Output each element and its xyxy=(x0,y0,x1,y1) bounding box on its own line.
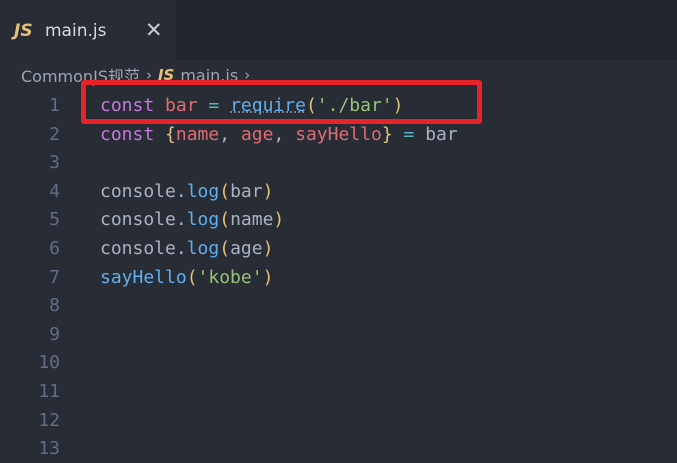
code-token: ( xyxy=(186,266,198,288)
line-number: 9 xyxy=(49,323,60,345)
code-line[interactable]: 5 console.log(name) xyxy=(0,206,677,234)
line-number: 8 xyxy=(49,295,60,317)
code-text: const {name, age, sayHello} = bar xyxy=(100,121,458,149)
code-token: age xyxy=(240,123,274,145)
code-token: bar xyxy=(425,123,458,145)
code-text: sayHello('kobe') xyxy=(100,264,273,292)
code-token: console xyxy=(100,180,176,202)
code-line[interactable]: 6 console.log(age) xyxy=(0,235,677,263)
code-token: } xyxy=(381,123,393,145)
line-number: 4 xyxy=(49,180,60,202)
tab-label: main.js xyxy=(45,21,107,41)
chevron-right-icon: › xyxy=(145,66,152,84)
code-token: ) xyxy=(392,95,404,116)
breadcrumb-folder[interactable]: CommonJS规范 xyxy=(21,63,140,87)
code-token: log xyxy=(186,209,220,231)
code-token: = xyxy=(403,123,415,145)
code-token: console xyxy=(100,209,176,231)
code-line[interactable]: 4 console.log(bar) xyxy=(0,178,677,206)
code-text: console.log(name) xyxy=(100,206,284,234)
line-number: 13 xyxy=(38,438,60,460)
code-token: { xyxy=(165,123,176,145)
code-line[interactable]: 1 const bar = require('./bar') xyxy=(0,92,677,120)
code-token: . xyxy=(175,209,187,231)
code-token: ) xyxy=(262,180,274,202)
code-token: ) xyxy=(273,209,285,231)
line-number: 5 xyxy=(49,209,60,231)
code-editor[interactable]: 1 const bar = require('./bar') 2 const {nam… xyxy=(0,92,677,462)
line-number: 6 xyxy=(49,238,60,259)
line-number: 2 xyxy=(49,123,60,145)
code-token: ) xyxy=(262,266,274,288)
code-line[interactable]: 12 xyxy=(0,407,677,435)
code-token: ( xyxy=(305,95,317,116)
line-number: 3 xyxy=(49,152,60,174)
code-line[interactable]: 3 xyxy=(0,149,677,177)
close-icon[interactable]: ✕ xyxy=(145,18,163,42)
code-token: . xyxy=(175,180,187,202)
tab-bar: JS main.js ✕ xyxy=(0,0,677,60)
tab-main-js[interactable]: JS main.js ✕ xyxy=(0,0,176,60)
code-token: log xyxy=(186,180,220,202)
code-token: name xyxy=(230,209,274,231)
code-token: sayHello xyxy=(295,123,382,145)
code-text: const bar = require('./bar') xyxy=(100,92,403,120)
line-number: 12 xyxy=(38,409,60,431)
breadcrumb-file[interactable]: main.js xyxy=(180,66,238,85)
chevron-right-icon: › xyxy=(244,66,251,84)
code-line[interactable]: 13 xyxy=(0,435,677,463)
code-token: './bar' xyxy=(316,95,393,116)
code-token: 'kobe' xyxy=(197,266,263,288)
javascript-file-icon: JS xyxy=(14,21,33,41)
code-line[interactable]: 10 xyxy=(0,349,677,377)
code-token: bar xyxy=(165,95,198,116)
code-token: ( xyxy=(219,180,231,202)
code-token: log xyxy=(186,238,220,259)
code-token: console xyxy=(100,238,176,259)
code-line[interactable]: 7 sayHello('kobe') xyxy=(0,264,677,292)
code-text: console.log(bar) xyxy=(100,178,273,206)
breadcrumb: CommonJS规范 › JS main.js › xyxy=(21,63,250,87)
code-token: const xyxy=(100,95,155,116)
code-text: console.log(age) xyxy=(100,235,273,263)
code-token: . xyxy=(175,238,187,259)
line-number: 10 xyxy=(38,352,60,374)
code-line[interactable]: 2 const {name, age, sayHello} = bar xyxy=(0,121,677,149)
code-token: , xyxy=(219,123,241,145)
code-line[interactable]: 11 xyxy=(0,378,677,406)
code-token: ( xyxy=(219,238,231,259)
line-number: 7 xyxy=(49,266,60,288)
code-token: sayHello xyxy=(100,266,187,288)
javascript-file-icon: JS xyxy=(157,66,175,84)
code-token: bar xyxy=(230,180,263,202)
code-token: require xyxy=(230,95,306,116)
line-number: 11 xyxy=(38,381,60,402)
code-token: , xyxy=(273,123,296,145)
line-number: 1 xyxy=(49,95,60,116)
code-token: ) xyxy=(262,238,274,259)
code-token: ( xyxy=(219,209,231,231)
code-token: name xyxy=(175,123,220,145)
code-token: age xyxy=(230,238,263,259)
code-token: = xyxy=(208,95,220,116)
code-token: const xyxy=(100,123,155,145)
code-line[interactable]: 9 xyxy=(0,321,677,349)
code-line[interactable]: 8 xyxy=(0,292,677,320)
